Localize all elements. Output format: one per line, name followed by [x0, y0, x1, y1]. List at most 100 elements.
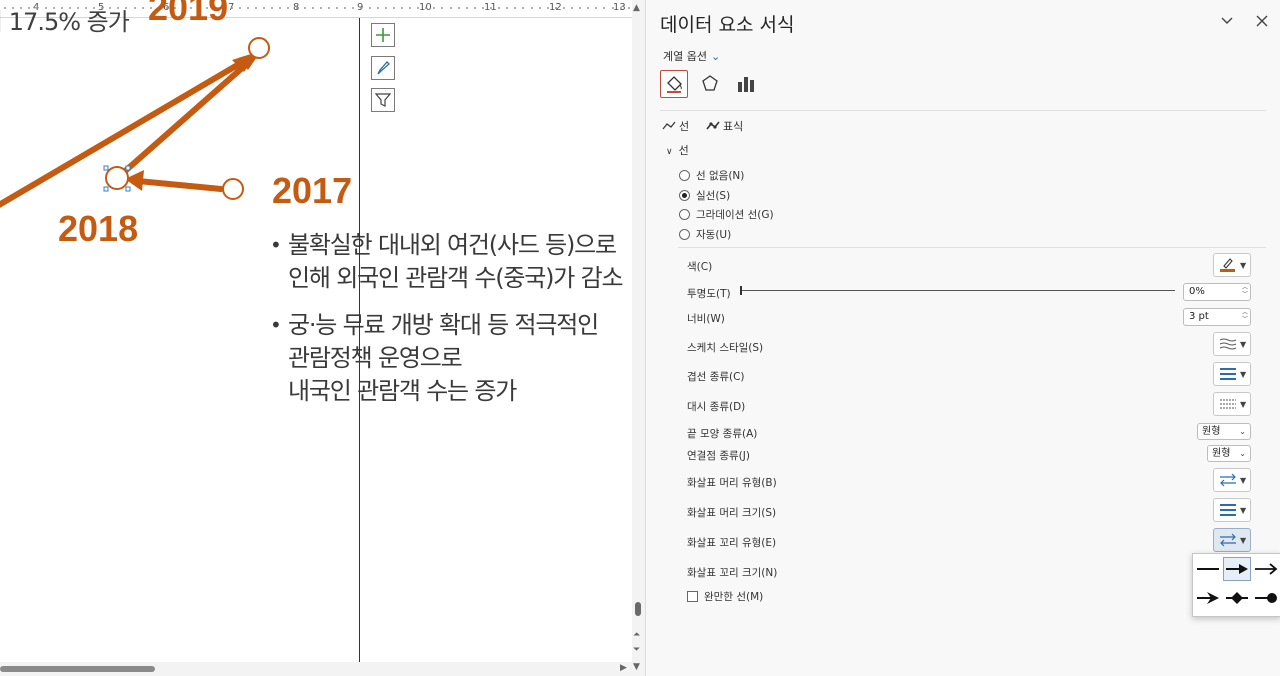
diamond-arrow-icon	[1226, 592, 1248, 604]
slide-canvas[interactable]: 4 5 6 7 8 9 10 11 12 13 대비 17.5% 증가 2019	[0, 0, 645, 676]
arrow-option-diamond[interactable]	[1223, 586, 1251, 610]
cap-type-select[interactable]: 원형 ⌄	[1197, 423, 1251, 440]
spin-arrows-icon[interactable]: ︿ ﹀	[1242, 284, 1248, 298]
radio-label: 실선(S)	[696, 190, 731, 202]
begin-arrow-size-icon	[1220, 504, 1236, 516]
bullet-line: 관람정책 운영으로	[288, 344, 463, 372]
transparency-slider-thumb[interactable]	[740, 286, 742, 295]
arrow-option-oval[interactable]	[1252, 586, 1280, 610]
compound-type-icon	[1220, 368, 1236, 380]
open-arrow-icon	[1255, 563, 1278, 575]
ruler-tick	[393, 7, 395, 9]
series-options-tab[interactable]	[732, 70, 760, 98]
spin-arrows-icon[interactable]: ︿ ﹀	[1242, 309, 1248, 323]
join-type-select[interactable]: 원형 ⌄	[1207, 445, 1251, 462]
chevron-down-icon: ▼	[1240, 399, 1247, 409]
bullet-line: 내국인 관람객 수는 증가	[288, 377, 517, 405]
line-subtab[interactable]: 선	[662, 118, 689, 134]
ruler-tick	[620, 7, 622, 9]
radio-solid-line[interactable]: 실선(S)	[679, 188, 730, 203]
radio-button[interactable]	[679, 209, 690, 220]
width-value: 3 pt	[1189, 311, 1209, 322]
sketch-style-dropdown[interactable]: ▼	[1213, 332, 1251, 356]
series-options-icon	[738, 77, 754, 92]
ruler-tick	[441, 7, 443, 9]
arrow-option-none[interactable]	[1194, 557, 1222, 581]
scroll-up-icon[interactable]: ▲	[633, 3, 640, 13]
compound-type-label: 겹선 종류(C)	[687, 371, 745, 383]
radio-button[interactable]	[679, 229, 690, 240]
horizontal-scrollbar[interactable]: ▶	[0, 662, 632, 676]
end-arrow-type-dropdown[interactable]: ▼	[1213, 528, 1251, 552]
next-slide-icon[interactable]: ⏷	[633, 645, 640, 655]
dash-type-label: 대시 종류(D)	[687, 401, 746, 413]
horizontal-scroll-thumb[interactable]	[0, 666, 155, 672]
chevron-down-icon: ⌄	[1239, 427, 1246, 436]
vertical-scrollbar[interactable]: ▲ ⏶ ⏷ ▼	[632, 0, 645, 676]
cap-type-label: 끝 모양 종류(A)	[687, 428, 758, 440]
begin-arrow-size-dropdown[interactable]: ▼	[1213, 498, 1251, 522]
ruler-tick	[579, 7, 581, 9]
ruler-tick	[603, 7, 605, 9]
fill-line-icon	[667, 76, 682, 93]
slide-edge-line	[359, 18, 360, 662]
vertical-scroll-thumb[interactable]	[635, 602, 641, 616]
marker-2018-selected	[105, 166, 129, 190]
chart-styles-icon	[377, 61, 390, 75]
scroll-down-icon[interactable]: ▼	[633, 662, 640, 672]
chevron-down-icon: ▼	[1240, 535, 1247, 545]
effects-tab[interactable]	[696, 70, 724, 98]
radio-button-selected[interactable]	[679, 190, 690, 201]
arrow-icon	[1226, 564, 1248, 574]
ruler-tick	[466, 7, 468, 9]
radio-automatic[interactable]: 자동(U)	[679, 227, 731, 242]
marker-subtab-label: 표식	[723, 120, 744, 133]
ruler-tick	[409, 7, 411, 9]
fill-line-tab[interactable]	[660, 70, 688, 98]
ruler-tick	[547, 7, 549, 9]
arrow-option-arrow[interactable]	[1223, 557, 1251, 581]
ruler-tick	[450, 7, 452, 9]
scroll-right-icon[interactable]: ▶	[620, 663, 627, 673]
begin-arrow-type-dropdown[interactable]: ▼	[1213, 468, 1251, 492]
series-options-dropdown[interactable]: 계열 옵션 ⌄	[663, 48, 720, 64]
color-picker-button[interactable]: ▼	[1213, 253, 1251, 277]
chevron-down-icon: ▼	[1240, 260, 1247, 270]
chevron-down-icon: ⌄	[1239, 449, 1246, 458]
ruler-tick	[612, 7, 614, 9]
arrow-option-open[interactable]	[1252, 557, 1280, 581]
smoothed-line-label: 완만한 선(M)	[704, 591, 764, 603]
radio-gradient-line[interactable]: 그라데이션 선(G)	[679, 207, 774, 222]
width-input[interactable]: 3 pt ︿ ﹀	[1183, 308, 1251, 326]
smoothed-line-checkbox-row[interactable]: 완만한 선(M)	[687, 589, 763, 604]
radio-no-line[interactable]: 선 없음(N)	[679, 168, 744, 183]
transparency-slider[interactable]	[740, 290, 1175, 291]
radio-button[interactable]	[679, 170, 690, 181]
arrow-option-stealth[interactable]	[1194, 586, 1222, 610]
chart-filters-button[interactable]	[371, 88, 395, 112]
smoothed-line-checkbox[interactable]	[687, 591, 698, 602]
chart-elements-button[interactable]	[371, 23, 395, 47]
chart-styles-button[interactable]	[371, 56, 395, 80]
divider	[678, 247, 1266, 248]
line-section-header[interactable]: ∨ 선	[666, 142, 689, 158]
marker-subtab[interactable]: 표식	[706, 118, 743, 134]
dash-type-dropdown[interactable]: ▼	[1213, 392, 1251, 416]
bullet-line: 인해 외국인 관람객 수(중국)가 감소	[288, 264, 624, 292]
pane-options-button[interactable]	[1216, 10, 1238, 32]
ruler-tick	[522, 7, 524, 9]
ruler-tick	[482, 7, 484, 9]
year-label-2017: 2017	[272, 170, 353, 211]
compound-type-dropdown[interactable]: ▼	[1213, 362, 1251, 386]
radio-label: 자동(U)	[696, 229, 732, 241]
ruler-tick	[369, 7, 371, 9]
width-label: 너비(W)	[687, 313, 725, 325]
bullet-line: 불확실한 대내외 여건(사드 등)으로	[288, 231, 617, 259]
begin-arrow-size-label: 화살표 머리 크기(S)	[687, 507, 777, 519]
prev-slide-icon[interactable]: ⏶	[633, 630, 640, 640]
transparency-input[interactable]: 0% ︿ ﹀	[1183, 283, 1251, 301]
stealth-arrow-icon	[1197, 592, 1219, 604]
ruler-tick	[425, 7, 427, 9]
ruler-tick	[514, 7, 516, 9]
pane-close-button[interactable]	[1251, 10, 1273, 32]
